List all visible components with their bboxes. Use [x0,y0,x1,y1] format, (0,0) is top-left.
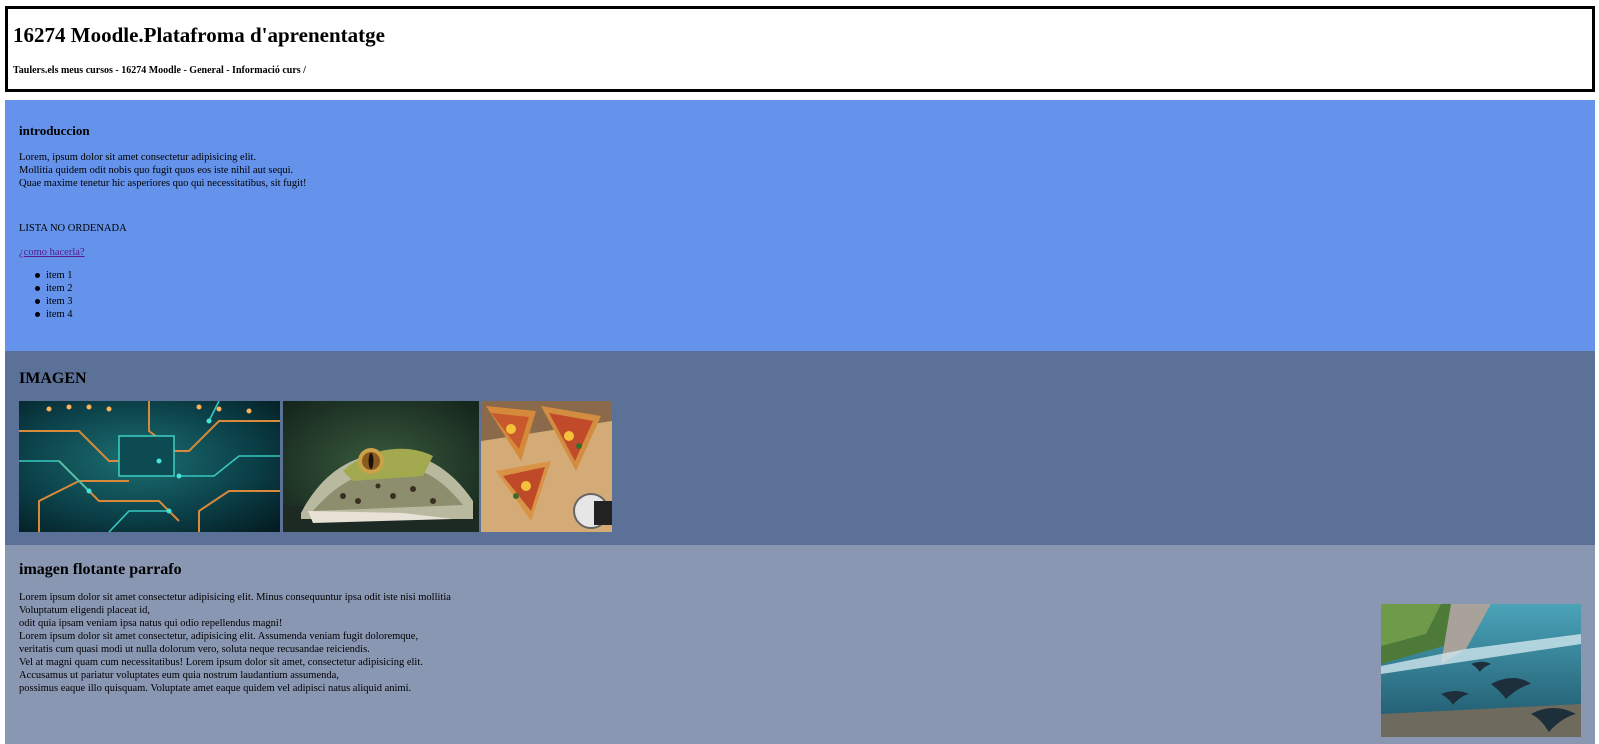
floating-paragraph: Lorem ipsum dolor sit amet consectetur a… [19,591,451,695]
circuit-board-image [19,401,280,532]
intro-heading: introduccion [19,123,90,138]
floating-paragraph-line: Accusamus ut pariatur voluptates eum qui… [19,670,339,681]
floating-paragraph-line: veritatis cum quasi modi ut nulla doloru… [19,644,370,655]
intro-paragraph-line: Mollitia quidem odit nobis quo fugit quo… [19,165,294,176]
floating-paragraph-line: Vel at magni quam cum necessitatibus! Lo… [19,657,423,668]
floating-paragraph-line: Voluptatum eligendi placeat id, [19,605,151,616]
crocodile-image [283,401,479,532]
list-item: item 1 [19,269,73,282]
pizza-image [481,401,612,532]
intro-paragraph-line: Lorem, ipsum dolor sit amet consectetur … [19,152,257,163]
breadcrumb: Taulers.els meus cursos - 16274 Moodle -… [13,65,306,76]
unordered-list: item 1 item 2 item 3 item 4 [19,269,73,321]
intro-paragraph-line: Quae maxime tenetur hic asperiores quo q… [19,178,307,189]
manta-ray-image [1381,604,1581,737]
floating-paragraph-line: odit quia ipsam veniam ipsa natus qui od… [19,618,283,629]
floating-paragraph-line: Lorem ipsum dolor sit amet consectetur, … [19,631,419,642]
floating-image-section: imagen flotante parrafo Lorem ipsum dolo… [5,545,1595,744]
page-header: 16274 Moodle.Platafroma d'aprenentatge T… [5,6,1595,92]
floating-heading: imagen flotante parrafo [19,561,182,578]
intro-paragraph: Lorem, ipsum dolor sit amet consectetur … [19,151,307,190]
floating-paragraph-line: Lorem ipsum dolor sit amet consectetur a… [19,592,451,603]
list-item: item 2 [19,282,73,295]
image-section: IMAGEN [5,351,1595,545]
page-title: 16274 Moodle.Platafroma d'aprenentatge [13,23,385,47]
image-heading: IMAGEN [19,370,87,387]
list-item: item 4 [19,308,73,321]
how-to-link-row: ¿como hacerla? [19,246,85,259]
how-to-link[interactable]: ¿como hacerla? [19,247,85,258]
list-title: LISTA NO ORDENADA [19,223,127,234]
intro-section: introduccion Lorem, ipsum dolor sit amet… [5,100,1595,351]
floating-paragraph-line: possimus eaque illo quisquam. Voluptate … [19,683,412,694]
list-item: item 3 [19,295,73,308]
